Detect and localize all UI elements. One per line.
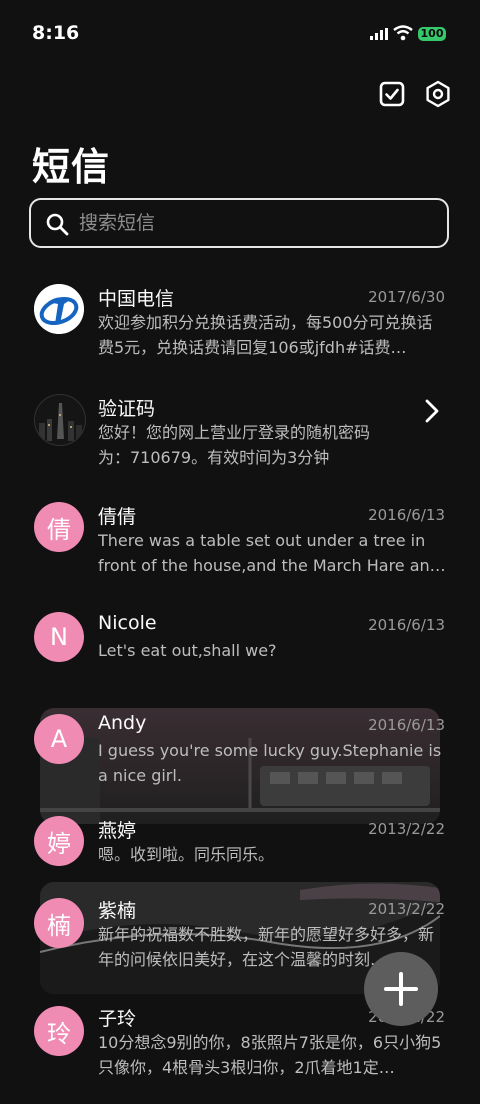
conversation-item[interactable]: 中国电信 2017/6/30 欢迎参加积分兑换话费活动，每500分可兑换话费5元… (0, 270, 480, 380)
city-photo-avatar (34, 394, 86, 446)
conversation-item[interactable]: A Andy 2016/6/13 I guess you're some luc… (0, 708, 480, 824)
avatar: N (34, 612, 84, 662)
chevron-right-icon[interactable] (424, 398, 440, 424)
search-icon (46, 213, 69, 236)
header-actions (0, 78, 480, 112)
contact-name: Nicole (98, 612, 157, 634)
message-preview: 嗯。收到啦。同乐同乐。 (98, 845, 275, 864)
conversation-item[interactable]: 倩 倩倩 2016/6/13 There was a table set out… (0, 490, 480, 600)
telecom-logo-avatar (34, 284, 84, 334)
page-title: 短信 (32, 145, 111, 189)
conversation-item[interactable]: 验证码 您好！您的网上营业厅登录的随机密码为：710679。有效时间为3分钟 (0, 380, 480, 490)
contact-name: Andy (98, 712, 147, 734)
settings-hex-icon[interactable] (422, 78, 454, 110)
signal-icon (370, 28, 388, 40)
conversation-item[interactable]: 婷 燕婷 2013/2/22 嗯。收到啦。同乐同乐。 (0, 806, 480, 886)
contact-name: 验证码 (98, 398, 156, 420)
battery-icon: 100 (418, 27, 446, 41)
search-input[interactable]: 搜索短信 (79, 200, 155, 246)
search-box[interactable]: 搜索短信 (29, 198, 449, 248)
avatar: A (34, 714, 84, 764)
conversation-item[interactable]: N Nicole 2016/6/13 Let's eat out,shall w… (0, 600, 480, 710)
contact-name: 紫楠 (98, 900, 137, 922)
contact-name: 倩倩 (98, 506, 137, 528)
contact-name: 子玲 (98, 1008, 137, 1030)
message-date: 2016/6/13 (368, 616, 445, 634)
message-date: 2016/6/13 (368, 506, 445, 524)
message-date: 2016/6/13 (368, 716, 445, 734)
message-date: 2017/6/30 (368, 288, 445, 306)
avatar: 倩 (34, 502, 84, 552)
message-preview: I guess you're some lucky guy.Stephanie … (98, 741, 442, 785)
new-message-button[interactable] (364, 952, 438, 1026)
message-preview: 欢迎参加积分兑换话费活动，每500分可兑换话费5元，兑换话费请回复106或jfd… (98, 313, 433, 357)
avatar: 楠 (34, 898, 84, 948)
message-date: 2013/2/22 (368, 820, 445, 838)
avatar: 婷 (34, 816, 84, 866)
message-preview: 10分想念9别的你，8张照片7张是你，6只小狗5只像你，4根骨头3根归你，2爪着… (98, 1033, 442, 1077)
status-time: 8:16 (32, 22, 80, 44)
message-preview: There was a table set out under a tree i… (98, 531, 446, 575)
contact-name: 中国电信 (98, 288, 175, 310)
check-square-icon[interactable] (376, 78, 408, 110)
contact-name: 燕婷 (98, 820, 137, 842)
wifi-icon (393, 25, 413, 41)
message-preview: Let's eat out,shall we? (98, 641, 277, 660)
avatar: 玲 (34, 1006, 84, 1056)
message-date: 2013/2/22 (368, 900, 445, 918)
plus-icon (384, 972, 418, 1006)
message-preview: 您好！您的网上营业厅登录的随机密码为：710679。有效时间为3分钟 (98, 423, 371, 467)
status-bar: 8:16 100 (0, 0, 480, 62)
